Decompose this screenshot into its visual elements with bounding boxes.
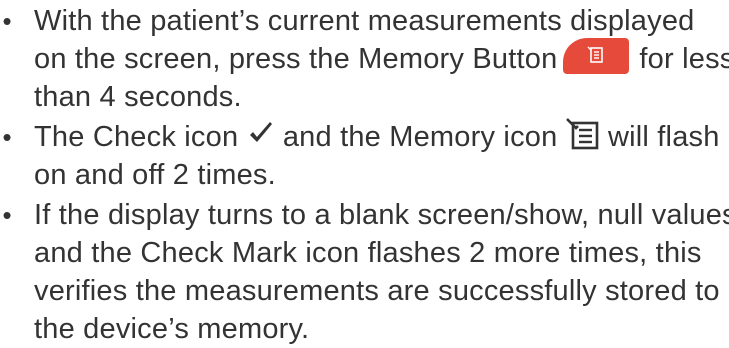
list-item-text: than 4 seconds.: [34, 81, 242, 113]
list-item-text-line: on the screen, press the Memory Button f…: [34, 38, 729, 78]
list-item-text-fragment: on the screen, press the Memory Button: [34, 43, 558, 75]
list-item-text: and the Check Mark icon flashes 2 more t…: [34, 237, 702, 269]
bullet-marker: •: [2, 6, 12, 36]
list-item-text-fragment: The Check icon: [34, 121, 239, 153]
bullet-marker: •: [2, 122, 12, 152]
list-item-text: verifies the measurements are successful…: [34, 275, 720, 307]
check-icon: [249, 122, 272, 143]
instruction-list: • With the patient’s current measurement…: [0, 0, 729, 345]
list-item-text-fragment: will flash: [607, 121, 720, 153]
list-item-text: on and off 2 times.: [34, 159, 276, 191]
list-item-text: the device’s memory.: [34, 313, 310, 345]
list-item-text: With the patient’s current measurements …: [34, 5, 695, 37]
bullet-marker: •: [2, 200, 12, 230]
memory-button-icon: [563, 38, 630, 75]
memory-icon: [587, 46, 604, 64]
list-item-text: If the display turns to a blank screen/s…: [34, 199, 729, 231]
list-item-text-fragment: and the Memory icon: [282, 121, 558, 153]
memory-icon: [565, 118, 599, 150]
list-item-text-fragment: for less: [639, 43, 729, 75]
list-item-text-line: The Check icon and the Memory icon will …: [34, 118, 720, 156]
